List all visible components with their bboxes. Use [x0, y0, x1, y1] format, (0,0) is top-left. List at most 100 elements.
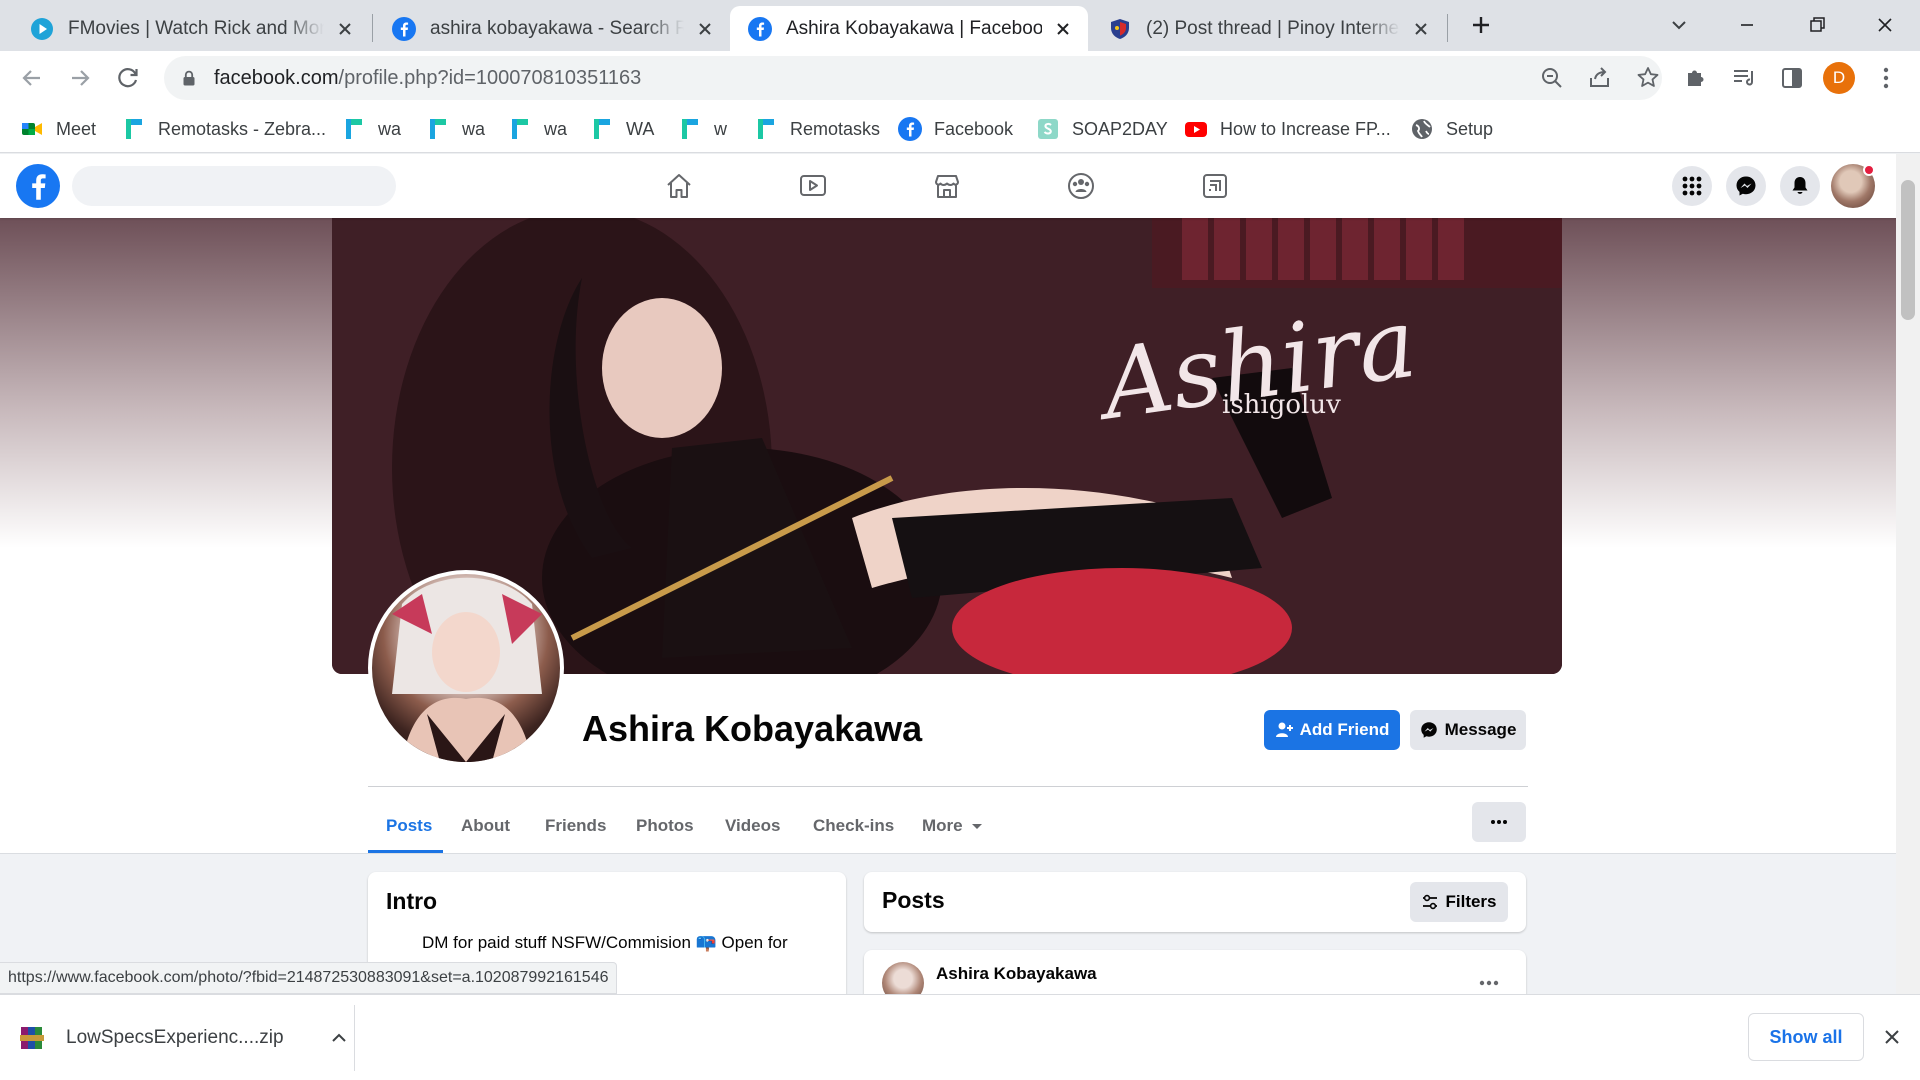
remotasks-icon — [758, 119, 774, 139]
forward-icon[interactable] — [66, 64, 94, 92]
add-friend-label: Add Friend — [1299, 720, 1390, 739]
bookmark-youtube-fps[interactable]: How to Increase FP... — [1184, 115, 1391, 143]
google-meet-icon — [22, 123, 42, 135]
close-tab-icon[interactable] — [1052, 18, 1074, 40]
bookmark-label: SOAP2DAY — [1072, 118, 1168, 139]
filters-button[interactable]: Filters — [1410, 882, 1508, 922]
back-icon[interactable] — [18, 64, 46, 92]
remotasks-icon — [512, 119, 528, 139]
tab-check-ins[interactable]: Check-ins — [813, 800, 894, 852]
profile-name: Ashira Kobayakawa — [582, 708, 923, 749]
tab-about[interactable]: About — [461, 800, 510, 852]
media-control-icon[interactable] — [1730, 64, 1758, 92]
facebook-logo-icon[interactable] — [16, 164, 60, 208]
restore-icon[interactable] — [1804, 12, 1830, 38]
post-options-icon[interactable] — [1476, 970, 1502, 996]
bookmark-wa-1[interactable]: wa — [342, 115, 401, 143]
bookmark-soap2day[interactable]: SOAP2DAY — [1036, 115, 1168, 143]
tab-more-label: More — [922, 816, 963, 835]
profile-options-button[interactable] — [1472, 802, 1526, 842]
tab-profile-active[interactable]: Ashira Kobayakawa | Facebook — [730, 6, 1088, 51]
tab-search-chevron-icon[interactable] — [1666, 12, 1692, 38]
bookmark-w[interactable]: w — [678, 115, 727, 143]
tab-title: FMovies | Watch Rick and Morty — [68, 17, 324, 39]
remotasks-icon — [126, 119, 142, 139]
new-tab-icon[interactable] — [1468, 12, 1494, 38]
chevron-up-icon[interactable] — [328, 1027, 350, 1049]
zoom-icon[interactable] — [1538, 64, 1566, 92]
tab-posts[interactable]: Posts — [386, 800, 432, 852]
active-tab-indicator — [368, 850, 443, 853]
tab-fmovies[interactable]: FMovies | Watch Rick and Morty — [12, 6, 370, 51]
page-scrollbar[interactable] — [1896, 154, 1920, 994]
browser-profile-avatar[interactable]: D — [1823, 62, 1855, 94]
remotasks-icon — [594, 119, 610, 139]
close-tab-icon[interactable] — [1410, 18, 1432, 40]
scrollbar-thumb[interactable] — [1901, 180, 1915, 320]
tab-videos[interactable]: Videos — [725, 800, 780, 852]
home-icon[interactable] — [664, 171, 694, 201]
bookmark-remotasks[interactable]: Remotasks — [754, 115, 880, 143]
bookmark-star-icon[interactable] — [1634, 64, 1662, 92]
bookmark-label: WA — [626, 118, 655, 139]
add-user-icon — [1275, 722, 1293, 737]
url-path: /profile.php?id=100070810351163 — [338, 66, 642, 89]
youtube-icon — [1185, 122, 1207, 137]
bookmark-label: wa — [544, 118, 568, 139]
kebab-menu-icon[interactable] — [1872, 64, 1900, 92]
globe-icon — [1412, 119, 1432, 139]
tab-search-results[interactable]: ashira kobayakawa - Search Resu — [374, 6, 730, 51]
profile-picture[interactable] — [368, 570, 564, 766]
tab-separator — [1447, 14, 1448, 42]
bookmark-label: Meet — [56, 118, 97, 139]
bookmark-remotasks-zebra[interactable]: Remotasks - Zebra... — [122, 115, 326, 143]
bookmark-wa-2[interactable]: wa — [426, 115, 485, 143]
marketplace-icon[interactable] — [932, 171, 962, 201]
groups-icon[interactable] — [1066, 171, 1096, 201]
close-tab-icon[interactable] — [334, 18, 356, 40]
minimize-icon[interactable] — [1734, 12, 1760, 38]
tab-photos[interactable]: Photos — [636, 800, 694, 852]
bookmark-facebook[interactable]: Facebook — [898, 115, 1013, 143]
address-bar[interactable]: facebook.com/profile.php?id=100070810351… — [164, 56, 1662, 100]
remotasks-icon — [346, 119, 362, 139]
show-all-downloads-button[interactable]: Show all — [1748, 1013, 1864, 1061]
download-file-name: LowSpecsExperienc....zip — [66, 1027, 284, 1048]
menu-button[interactable] — [1672, 166, 1712, 206]
extensions-puzzle-icon[interactable] — [1682, 64, 1710, 92]
grid-menu-icon — [1682, 176, 1702, 196]
remotasks-icon — [682, 119, 698, 139]
tab-friends[interactable]: Friends — [545, 800, 606, 852]
close-tab-icon[interactable] — [694, 18, 716, 40]
intro-title: Intro — [386, 888, 438, 914]
bookmark-meet[interactable]: Meet — [20, 115, 96, 143]
messenger-icon — [1420, 722, 1437, 738]
bookmark-setup[interactable]: Setup — [1410, 115, 1493, 143]
bookmarks-bar: Meet Remotasks - Zebra... wa wa wa WA w … — [0, 105, 1920, 153]
watch-video-icon[interactable] — [798, 171, 828, 201]
remotasks-icon — [430, 119, 446, 139]
facebook-search-input[interactable] — [72, 166, 396, 206]
messenger-button[interactable] — [1726, 166, 1766, 206]
close-window-icon[interactable] — [1872, 12, 1898, 38]
add-friend-button[interactable]: Add Friend — [1264, 710, 1400, 750]
url-text: facebook.com/profile.php?id=100070810351… — [214, 67, 641, 90]
gaming-icon[interactable] — [1200, 171, 1230, 201]
lock-icon[interactable] — [180, 69, 198, 87]
share-icon[interactable] — [1586, 64, 1614, 92]
post-author-name[interactable]: Ashira Kobayakawa — [936, 964, 1097, 984]
facebook-icon — [748, 16, 772, 41]
tab-pinoy-thread[interactable]: (2) Post thread | Pinoy Internet an — [1090, 6, 1446, 51]
account-avatar[interactable] — [1831, 164, 1875, 208]
notifications-button[interactable] — [1780, 166, 1820, 206]
download-item[interactable]: LowSpecsExperienc....zip — [18, 1013, 350, 1063]
side-panel-icon[interactable] — [1778, 64, 1806, 92]
close-shelf-icon[interactable] — [1880, 1025, 1904, 1049]
fmovies-play-icon — [31, 17, 53, 40]
message-button[interactable]: Message — [1410, 710, 1526, 750]
reload-icon[interactable] — [114, 64, 142, 92]
tab-more[interactable]: More — [922, 800, 985, 852]
bookmark-wa-3[interactable]: wa — [508, 115, 567, 143]
bookmark-wa-caps[interactable]: WA — [590, 115, 654, 143]
download-separator — [354, 1005, 355, 1071]
